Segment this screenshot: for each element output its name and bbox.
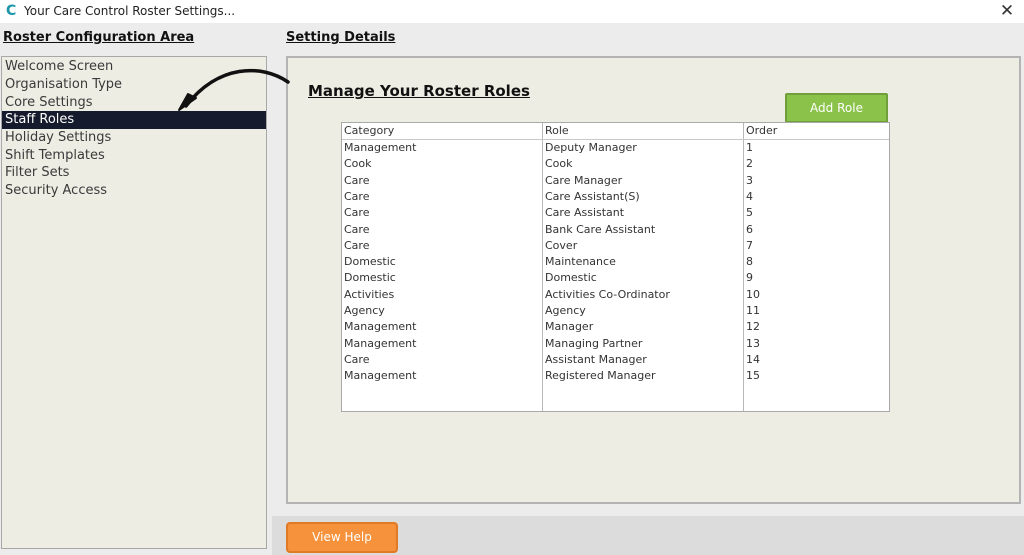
cell-order: 5	[746, 206, 753, 220]
table-row[interactable]: Activities Activities Co-Ordinator 10	[342, 287, 889, 303]
cell-category: Agency	[344, 304, 385, 317]
cell-order: 9	[746, 271, 753, 285]
cell-category: Care	[344, 189, 370, 203]
table-row[interactable]: Agency Agency 11	[342, 303, 889, 319]
table-row[interactable]: Domestic Domestic 9	[342, 270, 889, 286]
table-row[interactable]: Management Managing Partner 13	[342, 336, 889, 352]
cell-order: 14	[746, 352, 760, 366]
column-header-category[interactable]: Category	[344, 124, 394, 137]
table-row[interactable]: Management Deputy Manager 1	[342, 140, 889, 156]
cell-role: Maintenance	[545, 255, 616, 269]
cell-category: Domestic	[344, 255, 396, 269]
column-header-role[interactable]: Role	[545, 124, 569, 137]
cell-category: Management	[344, 336, 417, 350]
table-row[interactable]: Domestic Maintenance 8	[342, 254, 889, 270]
cell-category: Care	[344, 206, 370, 220]
setting-details-heading: Setting Details	[286, 30, 396, 45]
cell-order: 3	[746, 173, 753, 187]
cell-role: Registered Manager	[545, 369, 656, 383]
close-icon[interactable]: ✕	[990, 0, 1024, 23]
table-row[interactable]: Management Manager 12	[342, 319, 889, 335]
cell-order: 13	[746, 336, 760, 350]
section-title: Manage Your Roster Roles	[308, 82, 530, 100]
cell-role: Cook	[545, 157, 573, 171]
cell-role: Assistant Manager	[545, 352, 647, 366]
cell-role: Cover	[545, 238, 578, 252]
cell-category: Management	[344, 141, 417, 154]
table-row[interactable]: Care Care Assistant 5	[342, 205, 889, 221]
cell-category: Management	[344, 320, 417, 334]
details-panel: Manage Your Roster Roles Add Role Catego…	[286, 56, 1021, 504]
nav-item-filter-sets[interactable]: Filter Sets	[2, 164, 266, 182]
configuration-area-heading: Roster Configuration Area	[3, 30, 195, 45]
cell-role: Agency	[545, 304, 586, 317]
table-row[interactable]: Care Care Assistant(S) 4	[342, 189, 889, 205]
cell-order: 1	[746, 141, 753, 154]
table-row[interactable]: Cook Cook 2	[342, 156, 889, 172]
nav-item-shift-templates[interactable]: Shift Templates	[2, 147, 266, 165]
app-logo-icon: C	[6, 3, 17, 19]
table-row[interactable]: Management Registered Manager 15	[342, 368, 889, 384]
cell-order: 8	[746, 255, 753, 269]
cell-role: Activities Co-Ordinator	[545, 287, 670, 301]
configuration-list: Welcome Screen Organisation Type Core Se…	[1, 56, 267, 549]
cell-role: Managing Partner	[545, 336, 643, 350]
table-header: Category Role Order	[342, 123, 889, 140]
column-header-order[interactable]: Order	[746, 124, 777, 137]
curved-arrow-icon	[178, 68, 290, 111]
cell-category: Care	[344, 173, 370, 187]
view-help-button[interactable]: View Help	[286, 522, 398, 553]
cell-order: 7	[746, 238, 753, 252]
table-row[interactable]: Care Care Manager 3	[342, 173, 889, 189]
cell-order: 10	[746, 287, 760, 301]
cell-category: Domestic	[344, 271, 396, 285]
cell-role: Deputy Manager	[545, 141, 637, 154]
setting-details-pane: Setting Details Manage Your Roster Roles…	[272, 23, 1024, 555]
nav-item-holiday-settings[interactable]: Holiday Settings	[2, 129, 266, 147]
cell-role: Care Assistant(S)	[545, 189, 640, 203]
table-row[interactable]: Care Bank Care Assistant 6	[342, 222, 889, 238]
cell-order: 6	[746, 222, 753, 236]
cell-role: Care Manager	[545, 173, 623, 187]
cell-order: 2	[746, 157, 753, 171]
cell-category: Care	[344, 352, 370, 366]
cell-category: Activities	[344, 287, 395, 301]
table-row[interactable]: Care Assistant Manager 14	[342, 352, 889, 368]
footer-bar: View Help	[272, 516, 1024, 555]
cell-order: 15	[746, 369, 760, 383]
cell-order: 12	[746, 320, 760, 334]
roles-table: Category Role Order Management Deputy Man…	[341, 122, 890, 412]
window-title: Your Care Control Roster Settings...	[24, 4, 236, 18]
cell-category: Care	[344, 222, 370, 236]
cell-role: Care Assistant	[545, 206, 625, 220]
cell-category: Care	[344, 238, 370, 252]
table-row[interactable]: Care Cover 7	[342, 238, 889, 254]
cell-order: 4	[746, 189, 753, 203]
cell-category: Management	[344, 369, 417, 383]
title-bar: C Your Care Control Roster Settings... ✕	[0, 0, 1024, 23]
cell-role: Domestic	[545, 271, 597, 285]
cell-order: 11	[746, 304, 760, 317]
cell-role: Bank Care Assistant	[545, 222, 656, 236]
nav-item-security-access[interactable]: Security Access	[2, 182, 266, 200]
cell-category: Cook	[344, 157, 372, 171]
cell-role: Manager	[545, 320, 594, 334]
add-role-button[interactable]: Add Role	[785, 93, 888, 123]
